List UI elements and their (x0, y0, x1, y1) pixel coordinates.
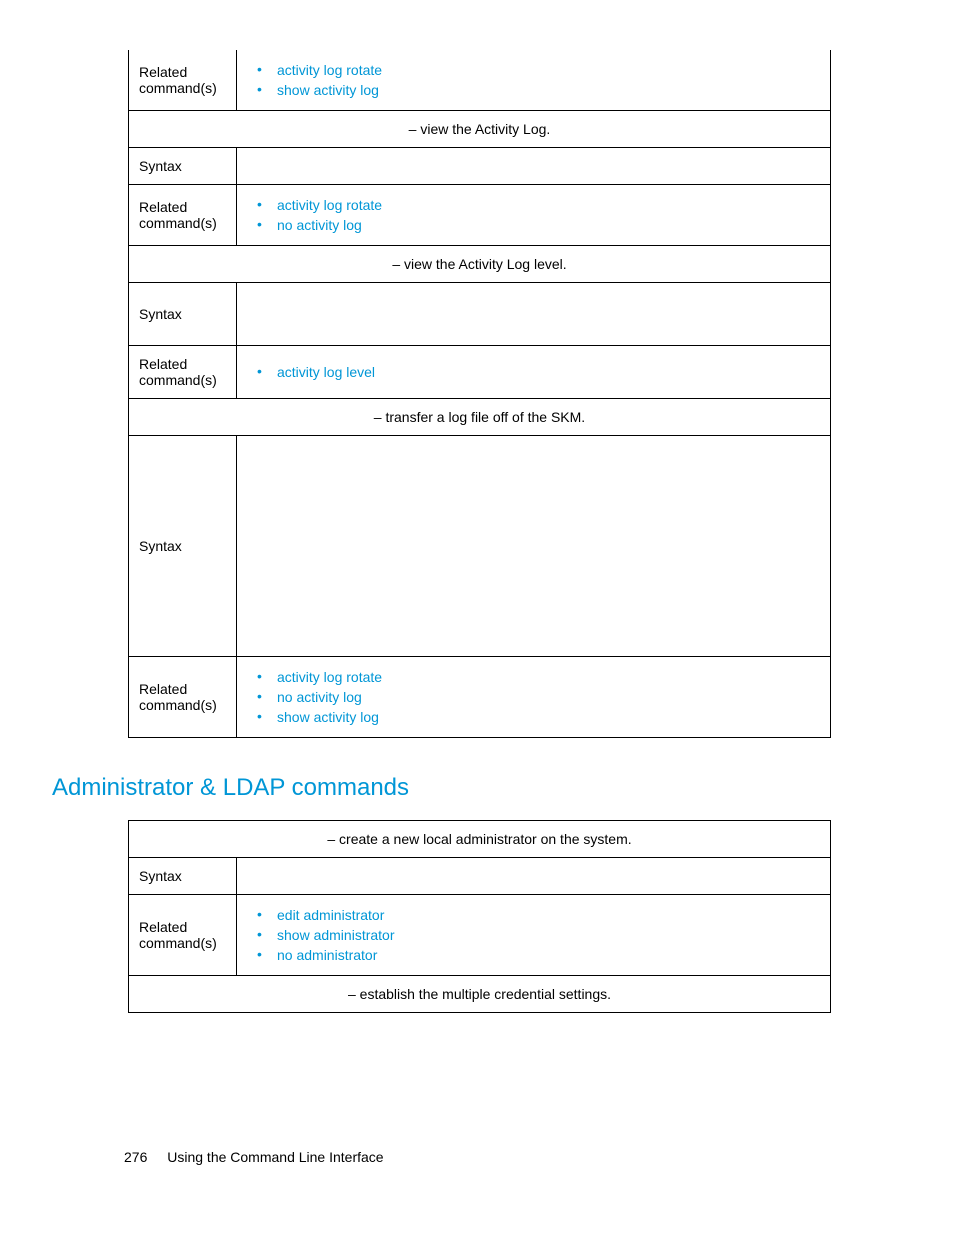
section-cell: – create a new local administrator on th… (129, 821, 831, 858)
cell-value: activity log rotate show activity log (237, 50, 831, 111)
cell-label: Related command(s) (129, 346, 237, 399)
section-cell: – establish the multiple credential sett… (129, 976, 831, 1013)
cell-value: activity log level (237, 346, 831, 399)
cell-value: edit administrator show administrator no… (237, 895, 831, 976)
table-row: Syntax (129, 436, 831, 657)
table-row: – transfer a log file off of the SKM. (129, 399, 831, 436)
cell-label: Syntax (129, 283, 237, 346)
table-row: – view the Activity Log level. (129, 246, 831, 283)
cell-label: Syntax (129, 858, 237, 895)
table-row: Related command(s) activity log rotate n… (129, 185, 831, 246)
cell-value: activity log rotate no activity log (237, 185, 831, 246)
cell-label: Syntax (129, 148, 237, 185)
section-cell: – transfer a log file off of the SKM. (129, 399, 831, 436)
cell-label: Related command(s) (129, 657, 237, 738)
bullet-item: show activity log (257, 707, 820, 727)
cell-value (237, 858, 831, 895)
commands-table-1: Related command(s) activity log rotate s… (128, 50, 831, 738)
cell-value: activity log rotate no activity log show… (237, 657, 831, 738)
bullet-item: no activity log (257, 215, 820, 235)
bullet-item: activity log level (257, 362, 820, 382)
bullet-item: activity log rotate (257, 667, 820, 687)
table-row: Syntax (129, 283, 831, 346)
cell-label: Related command(s) (129, 895, 237, 976)
section-cell: – view the Activity Log level. (129, 246, 831, 283)
section-cell: – view the Activity Log. (129, 111, 831, 148)
page-footer: 276 Using the Command Line Interface (124, 1149, 384, 1165)
table-row: – establish the multiple credential sett… (129, 976, 831, 1013)
table-row: Syntax (129, 858, 831, 895)
bullet-item: no administrator (257, 945, 820, 965)
commands-table-2: – create a new local administrator on th… (128, 820, 831, 1013)
cell-value (237, 148, 831, 185)
page: Related command(s) activity log rotate s… (0, 0, 954, 1235)
cell-label: Related command(s) (129, 185, 237, 246)
bullet-item: edit administrator (257, 905, 820, 925)
table-row: Syntax (129, 148, 831, 185)
table-row: Related command(s) activity log level (129, 346, 831, 399)
cell-label: Related command(s) (129, 50, 237, 111)
table-row: – view the Activity Log. (129, 111, 831, 148)
bullet-item: activity log rotate (257, 60, 820, 80)
bullet-item: no activity log (257, 687, 820, 707)
cell-value (237, 283, 831, 346)
table-row: – create a new local administrator on th… (129, 821, 831, 858)
table-row: Related command(s) activity log rotate s… (129, 50, 831, 111)
bullet-item: show administrator (257, 925, 820, 945)
bullet-item: activity log rotate (257, 195, 820, 215)
table-row: Related command(s) activity log rotate n… (129, 657, 831, 738)
page-number: 276 (124, 1149, 147, 1165)
table-row: Related command(s) edit administrator sh… (129, 895, 831, 976)
cell-label: Syntax (129, 436, 237, 657)
bullet-item: show activity log (257, 80, 820, 100)
cell-value (237, 436, 831, 657)
section-heading: Administrator & LDAP commands (52, 774, 894, 802)
table-1-wrap: Related command(s) activity log rotate s… (128, 50, 894, 738)
footer-title: Using the Command Line Interface (167, 1149, 383, 1165)
table-2-wrap: – create a new local administrator on th… (128, 820, 894, 1013)
